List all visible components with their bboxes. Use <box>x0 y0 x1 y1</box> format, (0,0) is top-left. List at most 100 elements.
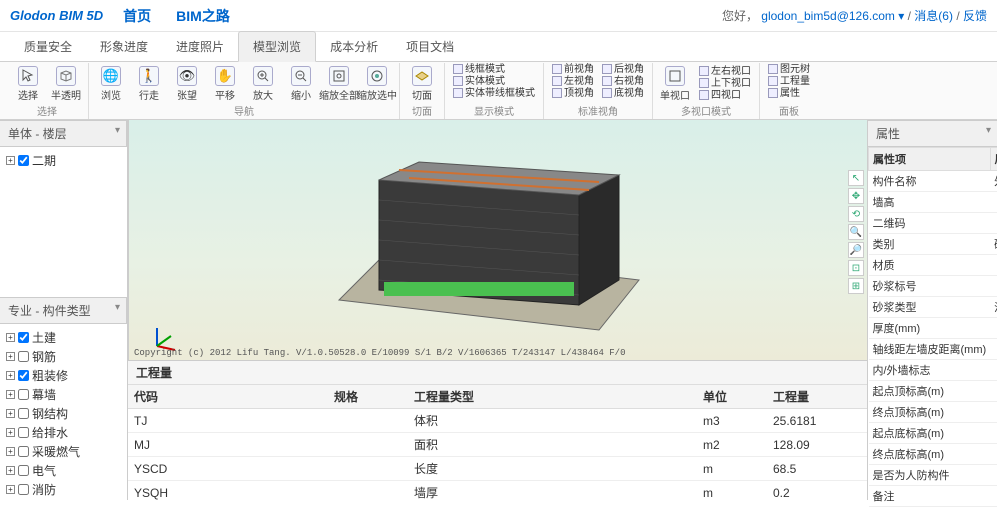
type-checkbox[interactable] <box>18 408 29 419</box>
table-row[interactable]: 材质砌块 <box>869 255 997 276</box>
type-checkbox[interactable] <box>18 370 29 381</box>
look-button[interactable]: 👁张望 <box>169 65 205 103</box>
tab-docs[interactable]: 项目文档 <box>392 32 468 61</box>
tab-cost[interactable]: 成本分析 <box>316 32 392 61</box>
walk-button[interactable]: 🚶行走 <box>131 65 167 103</box>
table-row[interactable]: 砂浆类型混合砂浆 <box>869 297 997 318</box>
tb-viewport[interactable]: 上下视口 <box>697 78 753 90</box>
expand-icon[interactable]: + <box>6 409 15 418</box>
table-row[interactable]: 起点顶标高(m)3.65 <box>869 381 997 402</box>
back-view[interactable]: 后视角 <box>600 64 646 76</box>
tree-item[interactable]: + 二期 <box>6 151 121 170</box>
3d-viewport[interactable]: ↖ ✥ ⟲ 🔍 🔎 ⊡ ⊞ Copyright (c) 2012 Lifu Ta… <box>128 120 867 360</box>
floor-checkbox[interactable] <box>18 155 29 166</box>
tree-item[interactable]: +电气 <box>6 461 121 480</box>
quad-viewport[interactable]: 四视口 <box>697 90 753 102</box>
section-button[interactable]: 切面 <box>404 65 440 103</box>
table-row[interactable]: 二维码109807 <box>869 213 997 234</box>
table-row[interactable]: 墙高3.75 <box>869 192 997 213</box>
tree-item[interactable]: +消防 <box>6 480 121 499</box>
type-checkbox[interactable] <box>18 351 29 362</box>
solid-mode[interactable]: 实体模式 <box>451 76 537 88</box>
messages-link[interactable]: 消息(6) <box>914 9 953 23</box>
table-row[interactable]: 厚度(mm)200 <box>869 318 997 339</box>
expand-icon[interactable]: + <box>6 390 15 399</box>
table-row[interactable]: YSCD长度m68.5 <box>128 457 867 481</box>
table-row[interactable]: 砂浆标号M5 <box>869 276 997 297</box>
table-row[interactable]: 备注 <box>869 486 997 507</box>
type-checkbox[interactable] <box>18 465 29 476</box>
expand-icon[interactable]: + <box>6 352 15 361</box>
table-row[interactable]: 内/外墙标志外墙 <box>869 360 997 381</box>
table-row[interactable]: 轴线距左墙皮距离(mm)100 <box>869 339 997 360</box>
expand-icon[interactable]: + <box>6 333 15 342</box>
top-view[interactable]: 顶视角 <box>550 88 596 100</box>
front-view[interactable]: 前视角 <box>550 64 596 76</box>
tab-quality[interactable]: 质量安全 <box>10 32 86 61</box>
tree-item[interactable]: +钢结构 <box>6 404 121 423</box>
vp-tool-7[interactable]: ⊞ <box>848 278 864 294</box>
tree-item[interactable]: +钢筋 <box>6 347 121 366</box>
table-row[interactable]: YSQH墙厚m0.2 <box>128 481 867 501</box>
table-row[interactable]: 终点底标高(m)-0.1 <box>869 444 997 465</box>
vp-tool-6[interactable]: ⊡ <box>848 260 864 276</box>
table-row[interactable]: TJ体积m325.6181 <box>128 409 867 433</box>
vp-tool-1[interactable]: ↖ <box>848 170 864 186</box>
type-checkbox[interactable] <box>18 484 29 495</box>
panel-tree[interactable]: 图元树 <box>766 64 812 76</box>
tree-item[interactable]: +土建 <box>6 328 121 347</box>
right-view[interactable]: 右视角 <box>600 76 646 88</box>
table-row[interactable]: MJ面积m2128.09 <box>128 433 867 457</box>
tree-item[interactable]: +采暖燃气 <box>6 442 121 461</box>
tab-photos[interactable]: 进度照片 <box>162 32 238 61</box>
table-row[interactable]: 类别砼小型空 <box>869 234 997 255</box>
tree-item[interactable]: +粗装修 <box>6 366 121 385</box>
tree-item[interactable]: +幕墙 <box>6 385 121 404</box>
type-checkbox[interactable] <box>18 389 29 400</box>
nav-home[interactable]: 首页 <box>123 6 151 26</box>
solid-wire-mode[interactable]: 实体带线框模式 <box>451 88 537 100</box>
greeting: 您好， <box>722 9 758 23</box>
zoom-out-button[interactable]: 缩小 <box>283 65 319 103</box>
single-vp-button[interactable]: 单视口 <box>657 65 693 103</box>
floor-panel-title[interactable]: 单体 - 楼层 <box>0 120 127 147</box>
table-row[interactable]: 构件名称外墙大孔 <box>869 171 997 192</box>
type-checkbox[interactable] <box>18 446 29 457</box>
expand-icon[interactable]: + <box>6 466 15 475</box>
tab-progress[interactable]: 形象进度 <box>86 32 162 61</box>
bottom-view[interactable]: 底视角 <box>600 88 646 100</box>
main-tabs: 质量安全 形象进度 进度照片 模型浏览 成本分析 项目文档 <box>0 32 997 62</box>
wireframe-mode[interactable]: 线框模式 <box>451 64 537 76</box>
browse-button[interactable]: 🌐浏览 <box>93 65 129 103</box>
expand-icon[interactable]: + <box>6 447 15 456</box>
user-link[interactable]: glodon_bim5d@126.com ▾ <box>761 9 904 23</box>
table-row[interactable]: 终点顶标高(m)3.65 <box>869 402 997 423</box>
pan-button[interactable]: ✋平移 <box>207 65 243 103</box>
zoom-in-button[interactable]: 放大 <box>245 65 281 103</box>
type-checkbox[interactable] <box>18 332 29 343</box>
expand-icon[interactable]: + <box>6 485 15 494</box>
translucent-button[interactable]: 半透明 <box>48 65 84 103</box>
expand-icon[interactable]: + <box>6 156 15 165</box>
nav-bim-road[interactable]: BIM之路 <box>176 6 230 26</box>
tree-item[interactable]: +给排水 <box>6 423 121 442</box>
left-view[interactable]: 左视角 <box>550 76 596 88</box>
type-panel-title[interactable]: 专业 - 构件类型 <box>0 297 127 324</box>
vp-tool-5[interactable]: 🔎 <box>848 242 864 258</box>
vp-tool-4[interactable]: 🔍 <box>848 224 864 240</box>
vp-tool-2[interactable]: ✥ <box>848 188 864 204</box>
feedback-link[interactable]: 反馈 <box>963 9 987 23</box>
panel-qty[interactable]: 工程量 <box>766 76 812 88</box>
lr-viewport[interactable]: 左右视口 <box>697 66 753 78</box>
expand-icon[interactable]: + <box>6 371 15 380</box>
tab-model-view[interactable]: 模型浏览 <box>238 31 316 62</box>
panel-prop[interactable]: 属性 <box>766 88 812 100</box>
table-row[interactable]: 起点底标高(m)-0.1 <box>869 423 997 444</box>
zoom-fit-button[interactable]: 缩放全部 <box>321 65 357 103</box>
table-row[interactable]: 是否为人防构件否 <box>869 465 997 486</box>
zoom-sel-button[interactable]: 缩放选中 <box>359 65 395 103</box>
type-checkbox[interactable] <box>18 427 29 438</box>
vp-tool-3[interactable]: ⟲ <box>848 206 864 222</box>
expand-icon[interactable]: + <box>6 428 15 437</box>
select-button[interactable]: 选择 <box>10 65 46 103</box>
